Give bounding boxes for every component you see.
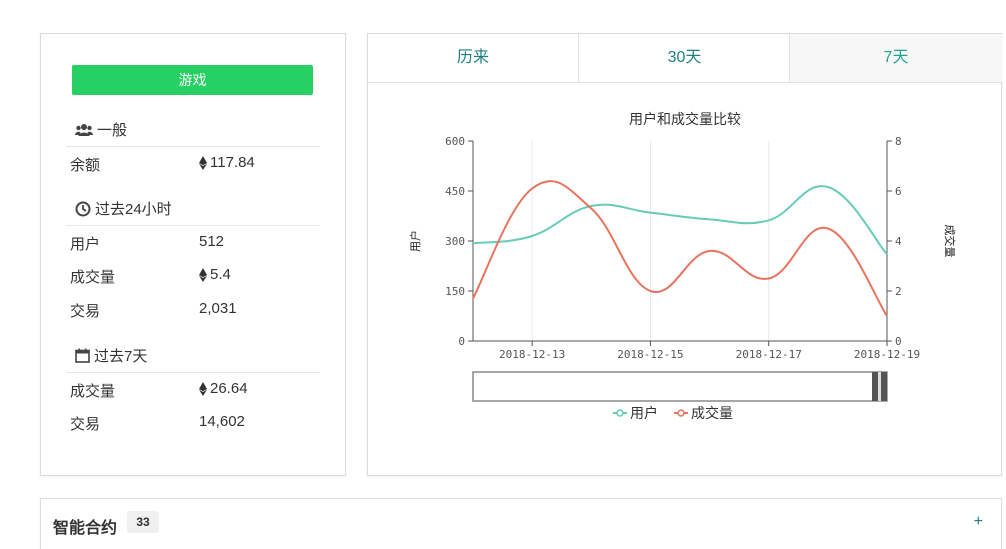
volume-24h-row: 成交量 5.4: [66, 259, 320, 293]
volume-7d-label: 成交量: [70, 383, 116, 400]
smart-contracts-panel: 智能合约 33 +: [40, 498, 1002, 549]
y-right-tick-label: 0: [895, 335, 902, 348]
y-right-axis-title: 成交量: [943, 225, 957, 258]
zoom-handle-grip: [878, 372, 881, 401]
tx-24h-value: 2,031: [199, 300, 237, 317]
y-left-tick-label: 0: [458, 335, 465, 348]
past24h-section-title: 过去24小时: [75, 198, 172, 219]
tx-24h-label: 交易: [70, 303, 101, 320]
legend-marker: [616, 409, 624, 417]
x-tick-label: 2018-12-15: [617, 348, 683, 361]
contracts-count-badge: 33: [127, 511, 159, 533]
y-left-tick-label: 450: [445, 185, 465, 198]
x-tick-label: 2018-12-17: [736, 348, 802, 361]
y-right-tick-label: 4: [895, 235, 902, 248]
volume-series-line: [472, 180, 888, 317]
chart-title: 用户和成交量比较: [629, 111, 741, 127]
legend-marker: [677, 409, 685, 417]
users-volume-chart: 用户和成交量比较 0 150 300 450 600 0 2 4 6 8 2018-12-13 201…: [408, 111, 957, 421]
y-left-tick-label: 600: [445, 135, 465, 148]
zoom-track: [472, 371, 888, 402]
tab-7-days[interactable]: 7天: [789, 34, 1002, 82]
smart-contracts-title: 智能合约: [53, 520, 118, 537]
past7d-section-title: 过去7天: [75, 345, 147, 366]
users-24h-label: 用户: [70, 236, 101, 253]
ether-icon: [199, 381, 207, 396]
expand-button[interactable]: +: [974, 513, 983, 531]
balance-row: 余额 117.84: [66, 146, 320, 181]
balance-label: 余额: [70, 157, 101, 174]
tx-7d-label: 交易: [70, 416, 101, 433]
general-title: 一般: [97, 122, 128, 139]
users-icon: [75, 123, 93, 137]
clock-icon: [75, 201, 91, 217]
general-section-title: 一般: [75, 119, 127, 140]
y-right-tick-label: 6: [895, 185, 902, 198]
tx-7d-row: 交易 14,602: [66, 406, 320, 440]
legend-volume-label: 成交量: [691, 405, 733, 421]
volume-7d-value: 26.64: [210, 380, 248, 397]
past7d-title: 过去7天: [94, 348, 148, 365]
ether-icon: [199, 155, 207, 170]
x-tick-label: 2018-12-19: [854, 348, 920, 361]
past24h-title: 过去24小时: [95, 201, 172, 218]
users-24h-value: 512: [199, 233, 225, 250]
tab-30-days[interactable]: 30天: [578, 34, 790, 82]
y-left-axis-title: 用户: [408, 230, 422, 252]
balance-value: 117.84: [210, 154, 255, 171]
period-tabs: 历来 30天 7天: [368, 34, 1002, 83]
y-left-tick-label: 150: [445, 285, 465, 298]
tx-24h-row: 交易 2,031: [66, 293, 320, 327]
tx-7d-value: 14,602: [199, 413, 245, 430]
y-right-tick-label: 2: [895, 285, 902, 298]
x-tick-label: 2018-12-13: [499, 348, 565, 361]
volume-24h-value: 5.4: [210, 266, 231, 283]
game-button[interactable]: 游戏: [72, 65, 313, 95]
volume-24h-label: 成交量: [70, 269, 116, 286]
users-24h-row: 用户 512: [66, 225, 320, 260]
legend-users-label: 用户: [630, 405, 658, 421]
volume-7d-row: 成交量 26.64: [66, 372, 320, 407]
chart-panel: 历来 30天 7天 用户和成交量比较 0 150 300 450 600 0 2 4 6 8 201…: [367, 33, 1002, 476]
tab-all-time[interactable]: 历来: [368, 34, 578, 82]
ether-icon: [199, 267, 207, 282]
y-right-tick-label: 8: [895, 135, 902, 148]
stats-panel: 游戏 一般 余额 117.84 过去24小时 用户 512 成交量 5.4 交易…: [40, 33, 346, 476]
y-left-tick-label: 300: [445, 235, 465, 248]
calendar-icon: [75, 348, 90, 363]
users-series-line: [472, 185, 888, 255]
